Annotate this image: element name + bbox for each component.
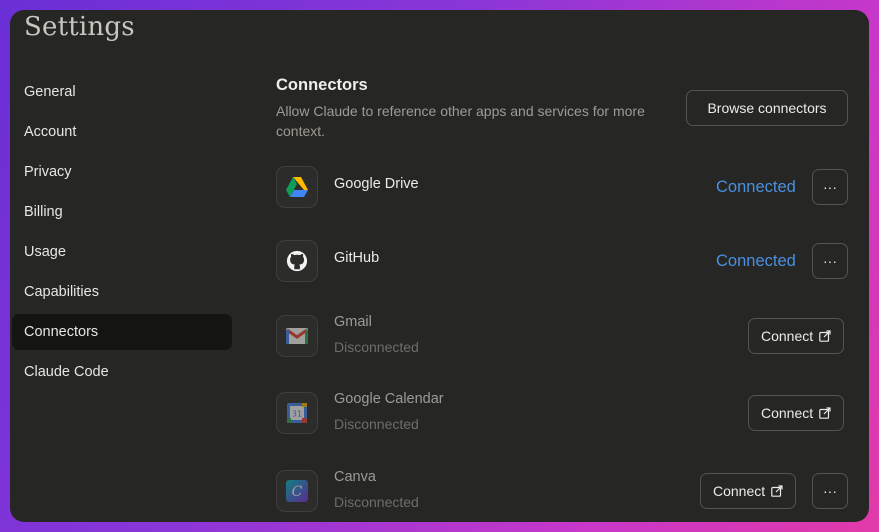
connect-label: Connect bbox=[761, 405, 814, 421]
calendar-day: 31 bbox=[292, 410, 302, 419]
connect-button[interactable]: Connect bbox=[748, 318, 845, 354]
external-link-icon bbox=[819, 330, 831, 342]
more-options-button[interactable]: ··· bbox=[812, 473, 848, 509]
connector-name: Google Drive bbox=[334, 176, 419, 192]
settings-sidebar: General Account Privacy Billing Usage Ca… bbox=[12, 74, 232, 394]
sidebar-item-billing[interactable]: Billing bbox=[12, 194, 232, 230]
connector-name: Gmail bbox=[334, 314, 372, 330]
section-title: Connectors bbox=[276, 76, 368, 94]
google-drive-icon bbox=[276, 166, 318, 208]
connect-label: Connect bbox=[761, 328, 814, 344]
google-calendar-icon: 31 bbox=[276, 392, 318, 434]
canva-icon: C bbox=[276, 470, 318, 512]
disconnected-status: Disconnected bbox=[334, 494, 419, 510]
external-link-icon bbox=[771, 485, 783, 497]
sidebar-item-claude-code[interactable]: Claude Code bbox=[12, 354, 232, 390]
sidebar-item-account[interactable]: Account bbox=[12, 114, 232, 150]
github-icon bbox=[276, 240, 318, 282]
sidebar-item-connectors[interactable]: Connectors bbox=[12, 314, 232, 350]
connector-row-github: GitHub Connected ··· bbox=[276, 240, 848, 284]
connector-name: Google Calendar bbox=[334, 391, 444, 407]
gmail-icon bbox=[276, 315, 318, 357]
canva-letter: C bbox=[292, 484, 303, 500]
settings-window: Settings General Account Privacy Billing… bbox=[10, 10, 869, 522]
disconnected-status: Disconnected bbox=[334, 416, 419, 432]
connector-row-google-drive: Google Drive Connected ··· bbox=[276, 166, 848, 210]
sidebar-item-privacy[interactable]: Privacy bbox=[12, 154, 232, 190]
connected-status: Connected bbox=[716, 178, 796, 196]
connected-status: Connected bbox=[716, 252, 796, 270]
connector-name: GitHub bbox=[334, 250, 380, 266]
section-description: Allow Claude to reference other apps and… bbox=[276, 103, 645, 139]
page-title: Settings bbox=[24, 12, 135, 42]
connect-label: Connect bbox=[713, 483, 766, 499]
more-options-button[interactable]: ··· bbox=[812, 243, 848, 279]
browse-connectors-button[interactable]: Browse connectors bbox=[686, 90, 848, 126]
disconnected-status: Disconnected bbox=[334, 339, 419, 355]
connector-name: Canva bbox=[334, 469, 376, 485]
connector-row-canva: C Canva Disconnected Connect ··· bbox=[276, 469, 848, 514]
sidebar-item-usage[interactable]: Usage bbox=[12, 234, 232, 270]
connectors-panel: Connectors Allow Claude to reference oth… bbox=[276, 10, 848, 522]
connector-row-google-calendar: 31 Google Calendar Disconnected Connect bbox=[276, 391, 848, 436]
connect-button[interactable]: Connect bbox=[748, 395, 845, 431]
sidebar-item-capabilities[interactable]: Capabilities bbox=[12, 274, 232, 310]
sidebar-item-general[interactable]: General bbox=[12, 74, 232, 110]
connector-row-gmail: Gmail Disconnected Connect bbox=[276, 314, 848, 358]
more-options-button[interactable]: ··· bbox=[812, 169, 848, 205]
connect-button[interactable]: Connect bbox=[700, 473, 797, 509]
external-link-icon bbox=[819, 407, 831, 419]
